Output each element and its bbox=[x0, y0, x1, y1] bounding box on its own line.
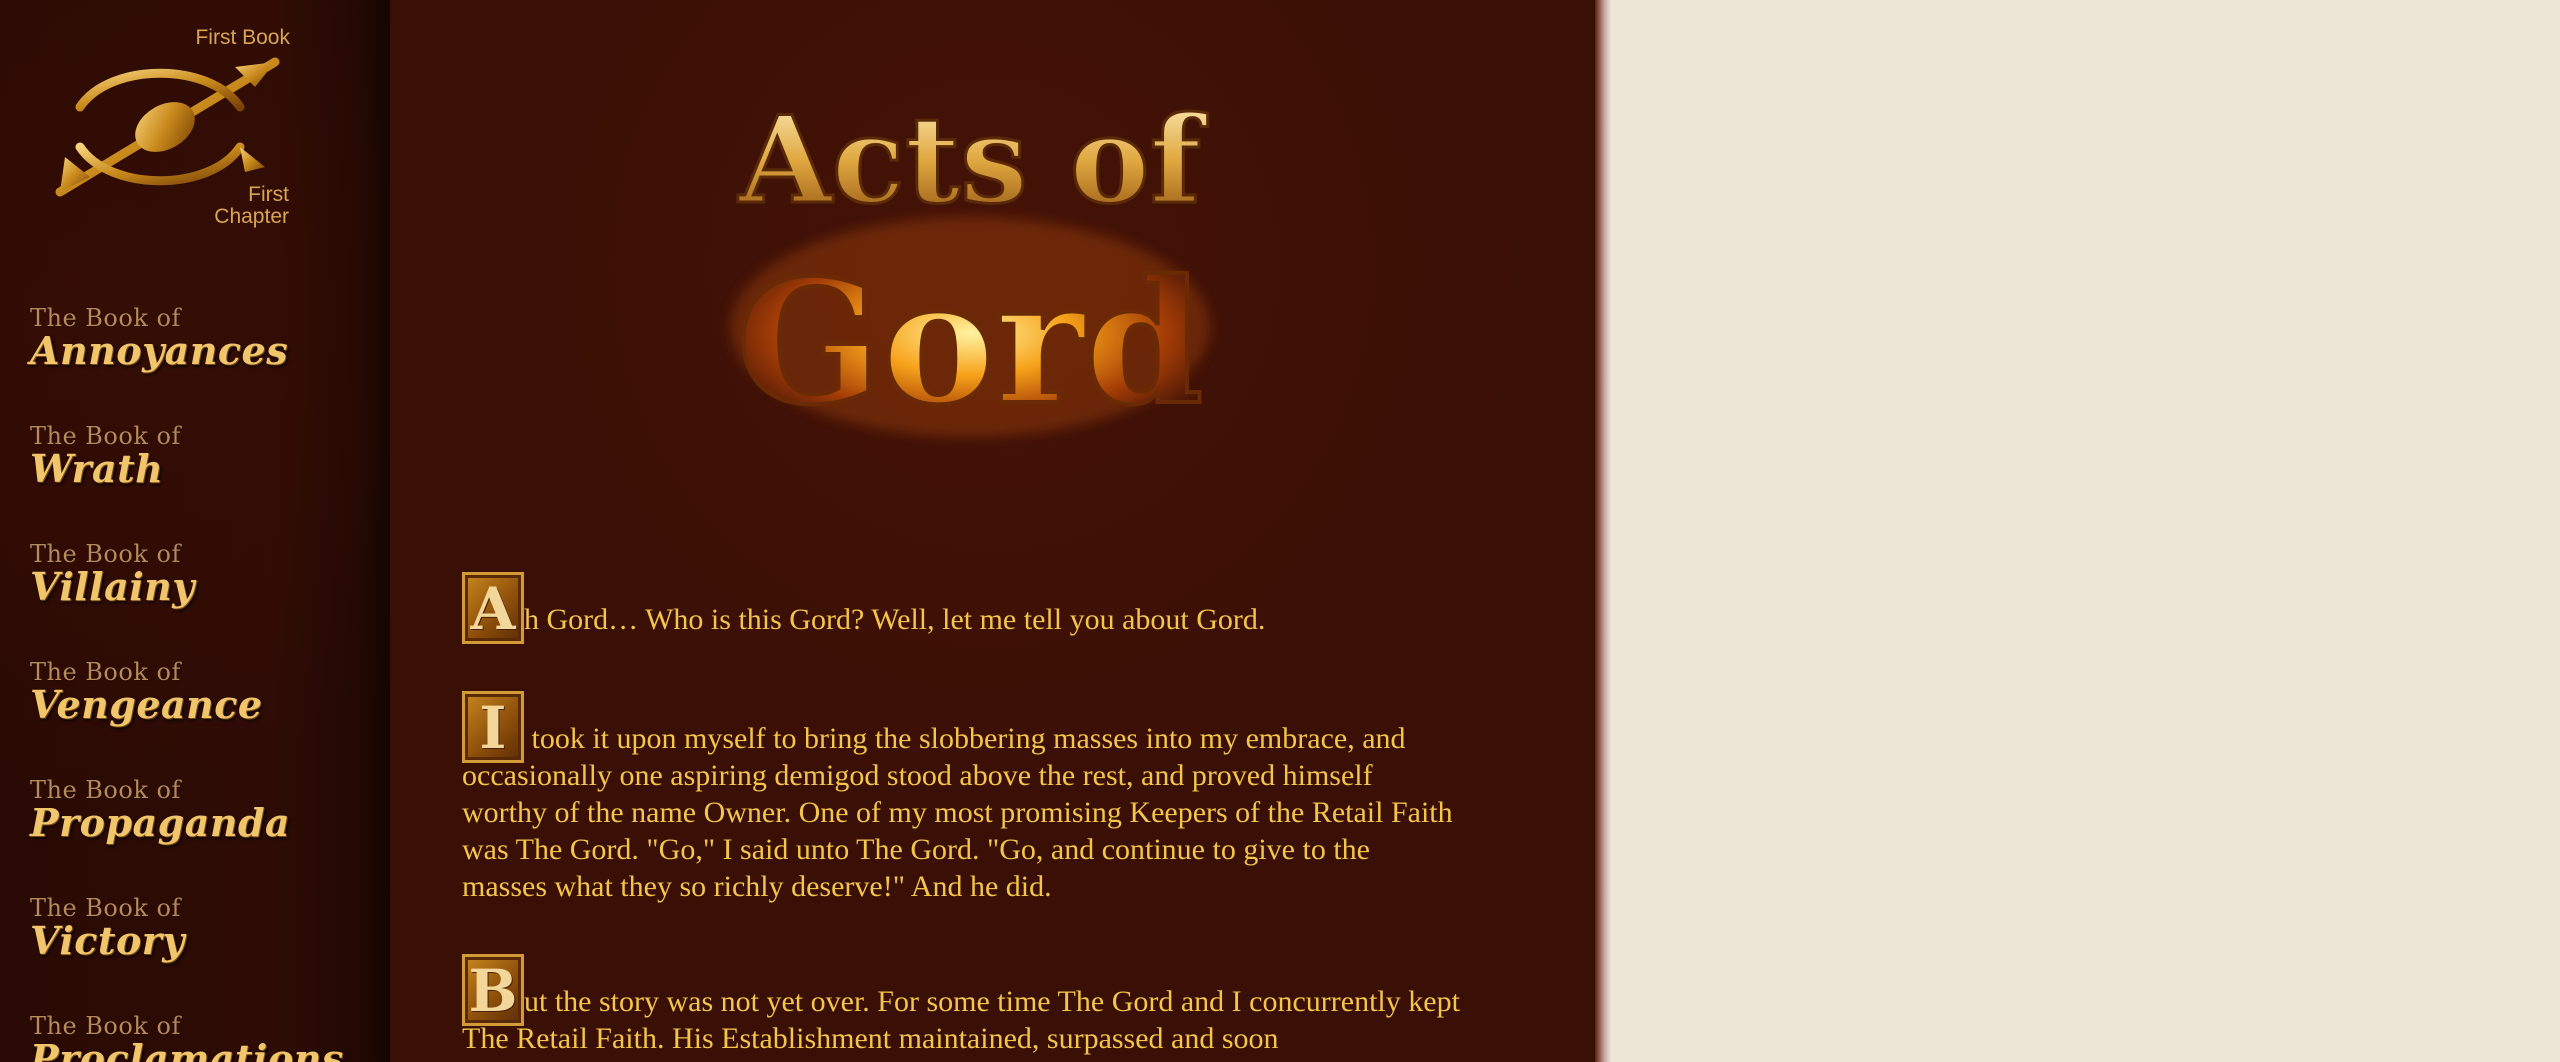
book-link-propaganda[interactable]: The Book of Propaganda bbox=[30, 778, 290, 842]
book-name: Proclamations bbox=[30, 1036, 344, 1062]
first-book-link[interactable]: First Book bbox=[195, 26, 290, 49]
book-prefix: The Book of bbox=[30, 1012, 181, 1040]
book-name: Annoyances bbox=[30, 328, 289, 373]
book-prefix: The Book of bbox=[30, 894, 181, 922]
dropcap-b: B bbox=[462, 954, 524, 1026]
book-name: Victory bbox=[30, 918, 185, 963]
book-prefix: The Book of bbox=[30, 304, 181, 332]
paragraph-text: took it upon myself to bring the slobber… bbox=[462, 722, 1453, 903]
book-link-wrath[interactable]: The Book of Wrath bbox=[30, 424, 181, 488]
first-chapter-link[interactable]: First Chapter bbox=[214, 183, 289, 229]
title-line1: Acts of bbox=[738, 90, 1209, 231]
title-line2: Gord bbox=[736, 243, 1203, 443]
book-name: Vengeance bbox=[30, 682, 263, 727]
book-link-vengeance[interactable]: The Book of Vengeance bbox=[30, 660, 263, 724]
book-prefix: The Book of bbox=[30, 422, 181, 450]
first-chapter-label-line1: First bbox=[248, 183, 289, 206]
book-link-proclamations[interactable]: The Book of Proclamations bbox=[30, 1014, 344, 1062]
paragraph-1: Ah Gord… Who is this Gord? Well, let me … bbox=[462, 572, 1462, 644]
paragraph-3: But the story was not yet over. For some… bbox=[462, 954, 1462, 1057]
paragraph-text: ut the story was not yet over. For some … bbox=[462, 985, 1460, 1055]
sidebar-nav: First Book First Chapter The Book of Ann… bbox=[0, 0, 390, 1062]
content-border bbox=[1595, 0, 1611, 1062]
dropcap-i: I bbox=[462, 691, 524, 763]
book-prefix: The Book of bbox=[30, 540, 181, 568]
book-name: Wrath bbox=[30, 446, 164, 491]
book-link-victory[interactable]: The Book of Victory bbox=[30, 896, 185, 960]
paragraph-text: h Gord… Who is this Gord? Well, let me t… bbox=[524, 603, 1266, 636]
book-prefix: The Book of bbox=[30, 658, 181, 686]
book-link-villainy[interactable]: The Book of Villainy bbox=[30, 542, 195, 606]
book-prefix: The Book of bbox=[30, 776, 181, 804]
book-name: Propaganda bbox=[30, 800, 291, 845]
dropcap-a: A bbox=[462, 572, 524, 644]
paragraph-2: I took it upon myself to bring the slobb… bbox=[462, 691, 1462, 905]
book-link-annoyances[interactable]: The Book of Annoyances bbox=[30, 306, 288, 370]
first-chapter-label-line2: Chapter bbox=[214, 205, 289, 229]
page-title-art: Acts of Gord bbox=[730, 89, 1210, 445]
book-name: Villainy bbox=[30, 564, 195, 609]
main-content: Acts of Gord Ah Gord… Who is this Gord? … bbox=[390, 0, 1595, 1062]
